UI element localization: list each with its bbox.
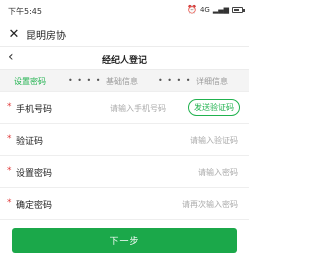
required-mark: * — [7, 134, 12, 144]
confirm-password-row: * 确定密码 — [0, 188, 249, 220]
page-title: 经纪人登记 — [101, 56, 147, 66]
code-row: * 验证码 — [0, 124, 249, 156]
status-bar: 下午5:45 ⏰ 4G ▂▄▆ — [0, 0, 249, 22]
step-detail-info: 详细信息 — [196, 77, 228, 86]
alarm-icon: ⏰ — [186, 5, 197, 14]
password-input[interactable] — [90, 164, 238, 180]
code-label: 验证码 — [16, 137, 44, 147]
step-set-password: 设置密码 — [14, 77, 46, 86]
signal-icon: ▂▄▆ — [212, 5, 229, 14]
battery-icon — [232, 6, 245, 13]
step-indicator: 设置密码 • • • • 基础信息 • • • • 详细信息 — [0, 70, 249, 92]
step-separator: • • • • — [158, 76, 192, 85]
send-code-button[interactable]: 发送验证码 — [188, 99, 240, 116]
step-basic-info: 基础信息 — [106, 77, 138, 86]
network-label: 4G — [199, 5, 210, 14]
phone-label: 手机号码 — [16, 105, 53, 115]
step-separator: • • • • — [68, 76, 102, 85]
next-button[interactable]: 下一步 — [12, 228, 237, 253]
verification-code-input[interactable] — [90, 132, 238, 148]
confirm-password-input[interactable] — [90, 196, 238, 212]
app-bar: ✕ 昆明房协 — [0, 22, 249, 46]
required-mark: * — [7, 102, 12, 112]
required-mark: * — [7, 198, 12, 208]
phone-row: * 手机号码 发送验证码 — [0, 92, 249, 124]
page-header: ‹ 经纪人登记 — [0, 46, 249, 70]
confirm-password-label: 确定密码 — [16, 201, 53, 211]
battery-fill — [234, 8, 239, 11]
required-mark: * — [7, 166, 12, 176]
status-icons: ⏰ 4G ▂▄▆ — [186, 5, 245, 14]
password-label: 设置密码 — [16, 169, 53, 179]
password-row: * 设置密码 — [0, 156, 249, 188]
close-icon[interactable]: ✕ — [6, 26, 22, 42]
status-time: 下午5:45 — [8, 7, 42, 16]
app-title: 昆明房协 — [26, 31, 66, 42]
phone-input[interactable] — [80, 100, 166, 116]
